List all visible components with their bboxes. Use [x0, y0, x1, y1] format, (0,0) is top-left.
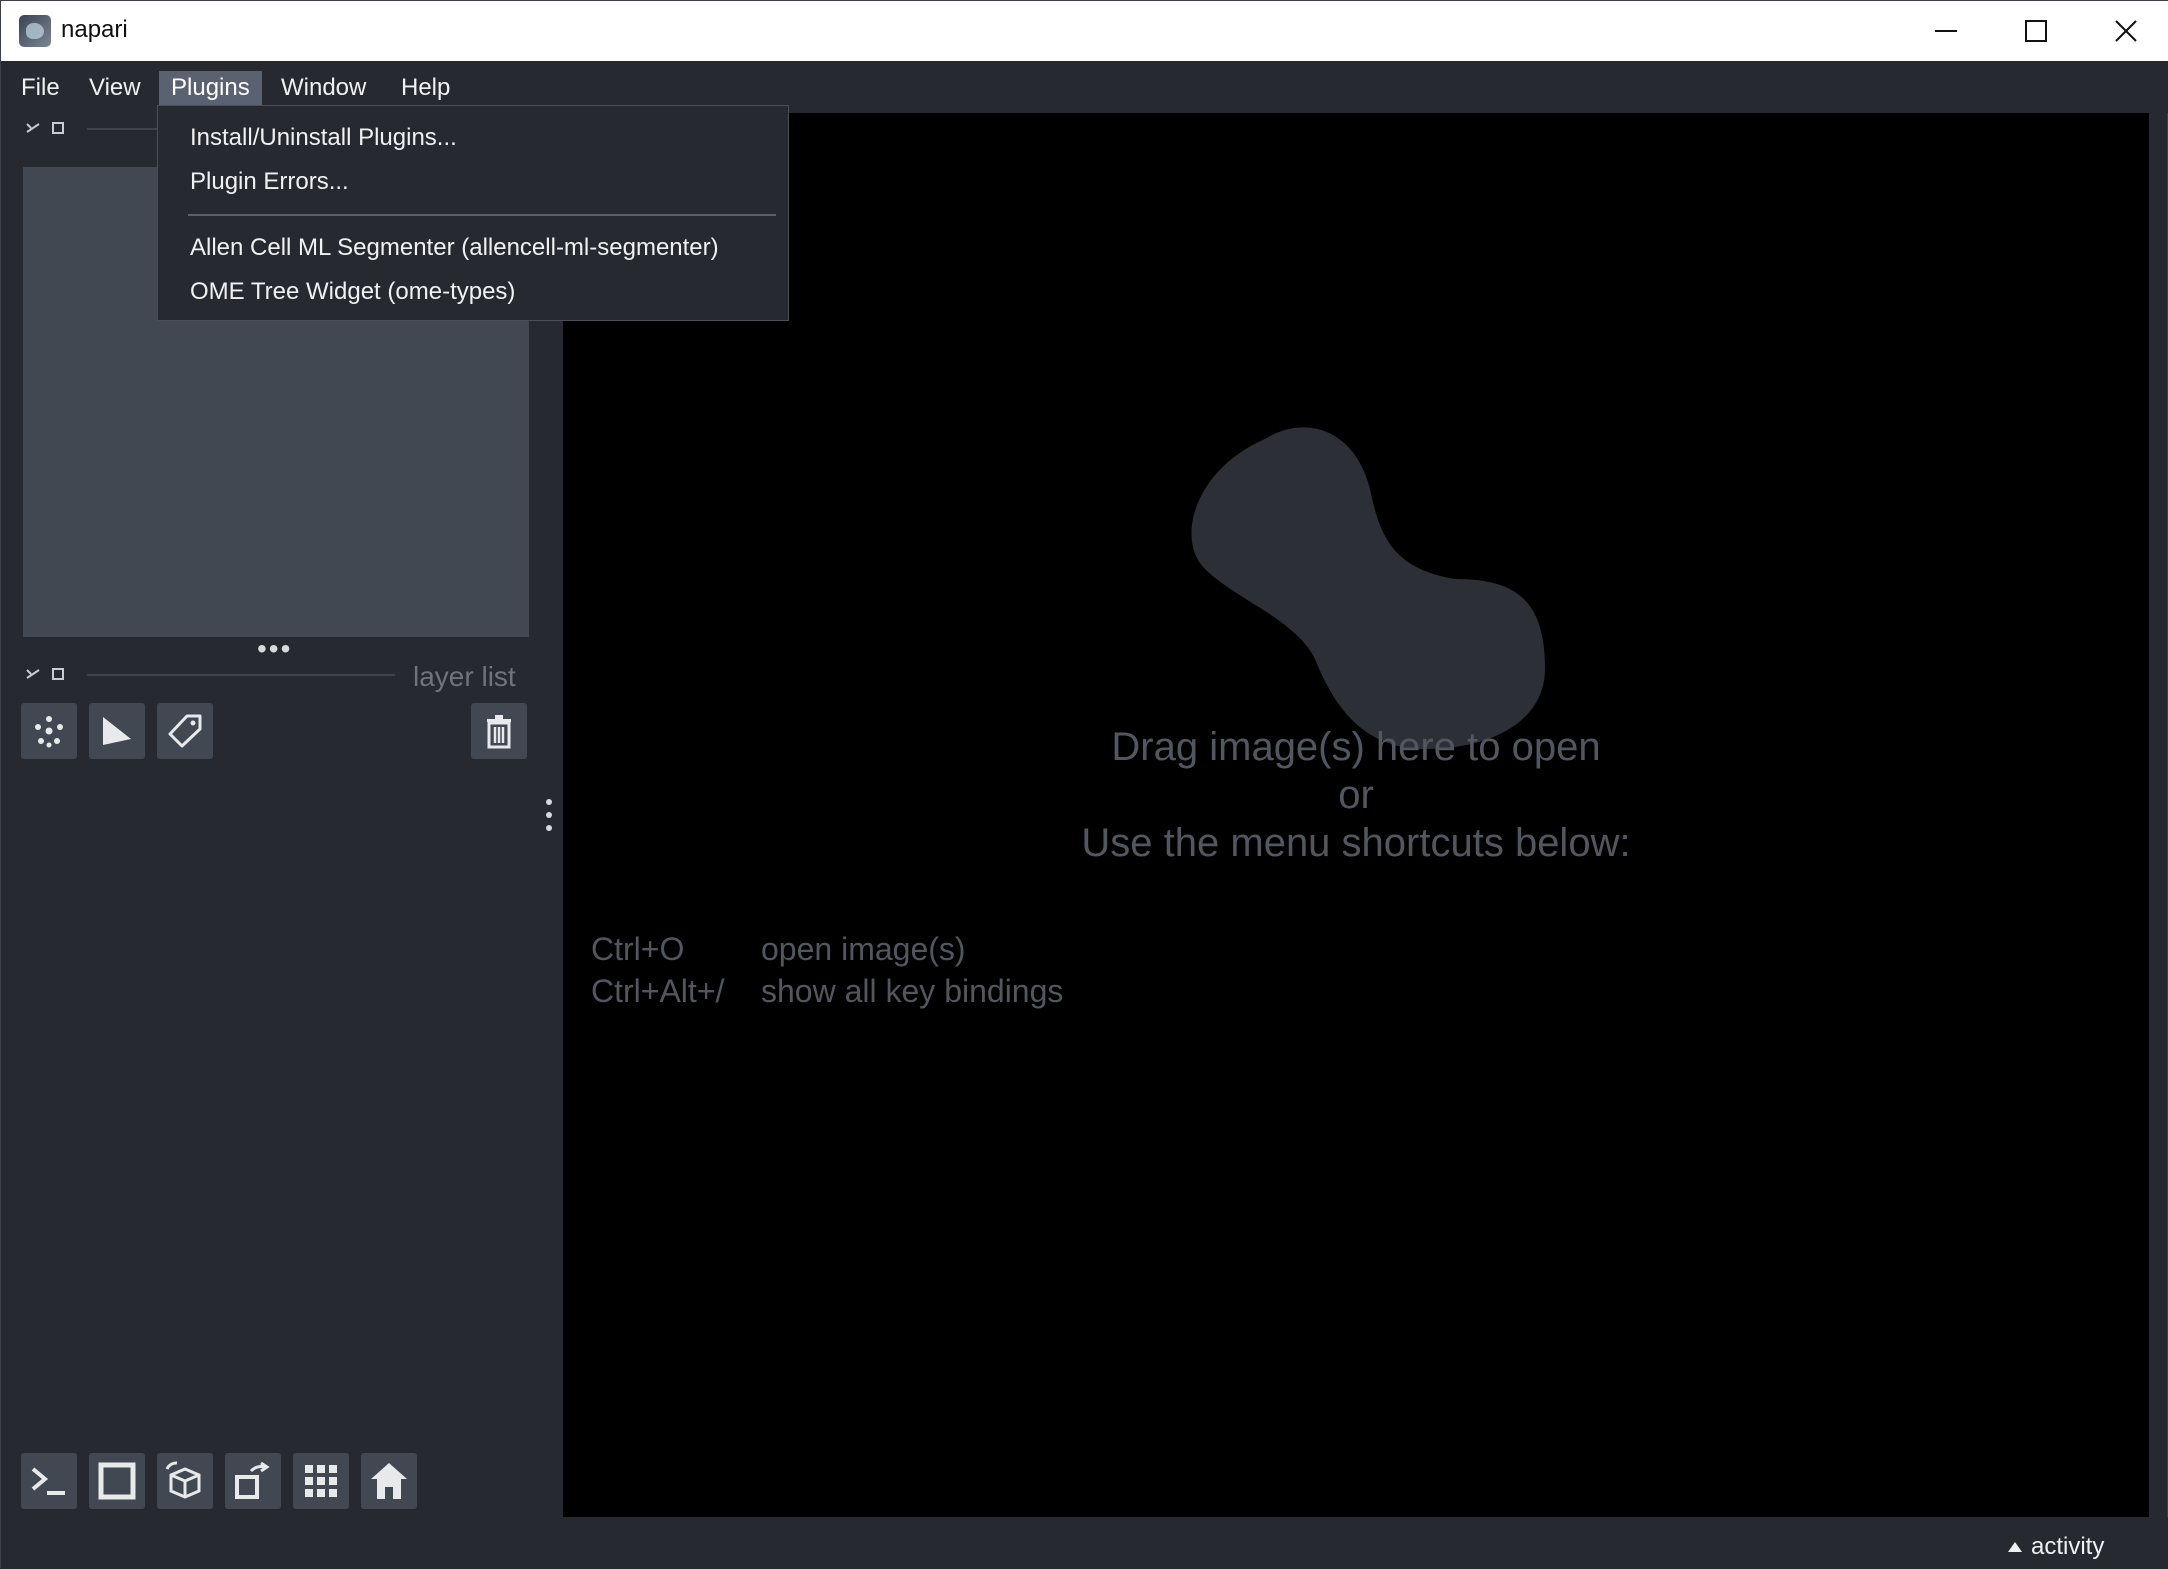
- shortcut-keys-keybindings: Ctrl+Alt+/: [591, 973, 725, 1009]
- shortcut-keys-open: Ctrl+O: [591, 931, 685, 967]
- caret-up-icon: [2008, 1542, 2022, 1552]
- maximize-button[interactable]: [1991, 1, 2081, 61]
- cube-roll-icon: [165, 1461, 201, 1499]
- grid-icon: [305, 1465, 337, 1497]
- close-dock-icon[interactable]: [51, 667, 65, 681]
- maximize-icon: [2025, 20, 2047, 42]
- close-icon: [2115, 20, 2137, 42]
- status-bar: [1, 1517, 2168, 1569]
- menu-separator: [188, 214, 776, 216]
- menu-plugins[interactable]: Plugins: [159, 71, 262, 105]
- grid-view-button[interactable]: [293, 1453, 349, 1509]
- layer-list[interactable]: [23, 761, 533, 1421]
- dock-divider: [87, 128, 157, 130]
- delete-layer-button[interactable]: [471, 703, 527, 759]
- float-dock-icon[interactable]: [25, 122, 41, 134]
- home-icon: [371, 1463, 407, 1499]
- close-dock-icon[interactable]: [51, 121, 65, 135]
- menu-item-install-uninstall-plugins[interactable]: Install/Uninstall Plugins...: [190, 120, 457, 156]
- points-icon: [35, 716, 63, 748]
- activity-button[interactable]: activity: [2007, 1533, 2104, 1561]
- layer-list-dock-handle[interactable]: [25, 667, 65, 681]
- console-button[interactable]: [21, 1453, 77, 1509]
- title-bar: napari: [1, 1, 2168, 61]
- trash-icon: [487, 715, 511, 749]
- menu-help[interactable]: Help: [389, 71, 462, 105]
- panel-resize-handle[interactable]: •••: [257, 635, 292, 663]
- minimize-icon: [1935, 30, 1957, 32]
- activity-label: activity: [2031, 1533, 2105, 1560]
- new-labels-layer-button[interactable]: [157, 703, 213, 759]
- shapes-icon: [103, 717, 131, 745]
- layer-controls-dock-handle[interactable]: [25, 121, 65, 135]
- label-tag-icon: [168, 714, 202, 748]
- menu-item-plugin-errors[interactable]: Plugin Errors...: [190, 164, 349, 200]
- console-icon: [31, 1467, 65, 1495]
- dock-divider: [87, 674, 395, 676]
- menu-file[interactable]: File: [9, 71, 72, 105]
- new-points-layer-button[interactable]: [21, 703, 77, 759]
- splitter-handle-icon[interactable]: [545, 797, 553, 833]
- window-title: napari: [61, 16, 128, 43]
- menu-view[interactable]: View: [77, 71, 153, 105]
- home-view-button[interactable]: [361, 1453, 417, 1509]
- transpose-icon: [235, 1461, 270, 1499]
- menu-item-allen-cell-ml-segmenter[interactable]: Allen Cell ML Segmenter (allencell-ml-se…: [190, 230, 719, 266]
- napari-window: napari File View Plugins Window Help Ins…: [0, 0, 2168, 1569]
- welcome-line-or: or: [1338, 773, 1374, 817]
- napari-logo-icon: [19, 15, 51, 47]
- float-dock-icon[interactable]: [25, 668, 41, 680]
- layer-list-title: layer list: [413, 661, 516, 692]
- roll-dims-button[interactable]: [157, 1453, 213, 1509]
- viewer-canvas[interactable]: Drag image(s) here to open or Use the me…: [563, 113, 2149, 1517]
- plugins-dropdown-menu: Install/Uninstall Plugins... Plugin Erro…: [157, 105, 789, 321]
- square-2d-icon: [98, 1462, 136, 1500]
- menu-item-ome-tree-widget[interactable]: OME Tree Widget (ome-types): [190, 274, 515, 310]
- new-shapes-layer-button[interactable]: [89, 703, 145, 759]
- transpose-button[interactable]: [225, 1453, 281, 1509]
- close-button[interactable]: [2081, 1, 2168, 61]
- welcome-line-drag: Drag image(s) here to open: [1111, 725, 1601, 769]
- minimize-button[interactable]: [1901, 1, 1991, 61]
- shortcut-desc-keybindings: show all key bindings: [761, 973, 1064, 1009]
- shortcut-desc-open: open image(s): [761, 931, 966, 967]
- menu-window[interactable]: Window: [269, 71, 378, 105]
- welcome-line-shortcuts: Use the menu shortcuts below:: [1081, 821, 1631, 865]
- ndisplay-toggle-button[interactable]: [89, 1453, 145, 1509]
